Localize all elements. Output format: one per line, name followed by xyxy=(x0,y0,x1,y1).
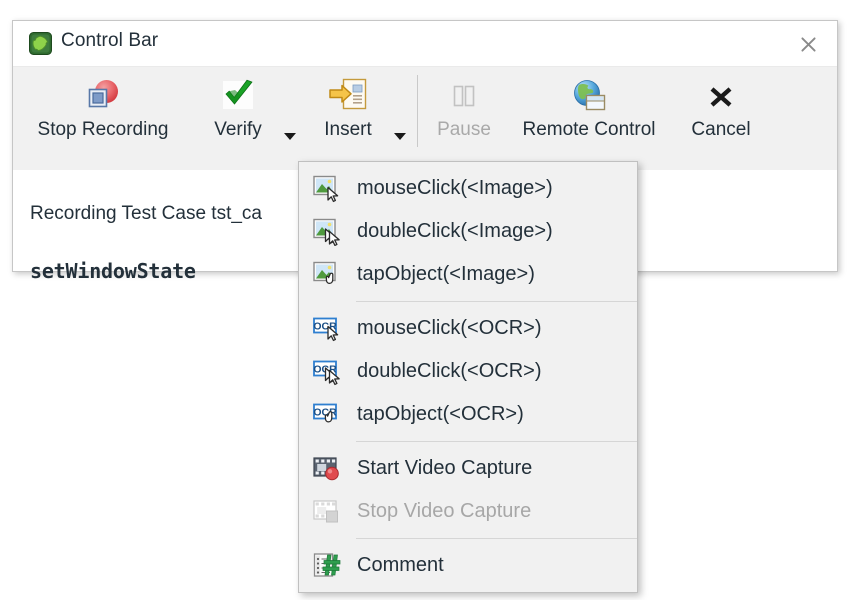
insert-arrow-icon xyxy=(327,67,369,119)
toolbar-button-verify[interactable]: Verify xyxy=(195,67,281,171)
menu-label: Start Video Capture xyxy=(357,457,533,479)
verify-dropdown-caret-icon[interactable] xyxy=(284,133,296,140)
menu-label: doubleClick(<OCR>) xyxy=(357,360,542,382)
start-video-capture-icon xyxy=(309,452,347,486)
menu-label: tapObject(<Image>) xyxy=(357,263,535,285)
toolbar-button-stop-recording[interactable]: Stop Recording xyxy=(17,67,189,171)
ocr-tapobject-icon: OCR xyxy=(309,398,347,432)
pause-icon xyxy=(446,67,482,119)
toolbar-label-stop-recording: Stop Recording xyxy=(37,119,169,140)
toolbar-label-cancel: Cancel xyxy=(691,119,751,140)
toolbar-button-cancel[interactable]: Cancel xyxy=(675,67,767,171)
stop-recording-icon xyxy=(83,67,123,119)
menu-item-start-video-capture[interactable]: Start Video Capture xyxy=(299,447,637,490)
menu-label: Comment xyxy=(357,554,444,576)
toolbar-separator xyxy=(417,75,418,147)
toolbar-button-pause[interactable]: Pause xyxy=(427,67,501,171)
menu-label: mouseClick(<OCR>) xyxy=(357,317,542,339)
menu-item-tapobject-image[interactable]: tapObject(<Image>) xyxy=(299,253,637,296)
globe-window-icon xyxy=(569,67,609,119)
menu-separator xyxy=(356,301,637,302)
toolbar-button-remote-control[interactable]: Remote Control xyxy=(503,67,675,171)
cancel-x-icon xyxy=(705,67,737,119)
menu-item-stop-video-capture[interactable]: Stop Video Capture xyxy=(299,490,637,533)
menu-label: mouseClick(<Image>) xyxy=(357,177,553,199)
menu-item-doubleclick-image[interactable]: doubleClick(<Image>) xyxy=(299,210,637,253)
menu-item-mouseclick-image[interactable]: mouseClick(<Image>) xyxy=(299,167,637,210)
image-mouseclick-icon xyxy=(309,172,347,206)
menu-item-tapobject-ocr[interactable]: OCR tapObject(<OCR>) xyxy=(299,393,637,436)
window-title: Control Bar xyxy=(61,30,159,51)
menu-item-comment[interactable]: Comment xyxy=(299,544,637,587)
image-tapobject-icon xyxy=(309,258,347,292)
toolbar-label-remote-control: Remote Control xyxy=(522,119,656,140)
image-doubleclick-icon xyxy=(309,215,347,249)
toolbar-label-verify: Verify xyxy=(214,119,262,140)
toolbar-label-insert: Insert xyxy=(324,119,372,140)
insert-dropdown-menu: mouseClick(<Image>) doubleClick(<Image>) xyxy=(298,161,638,593)
menu-label: Stop Video Capture xyxy=(357,500,532,522)
menu-label: tapObject(<OCR>) xyxy=(357,403,524,425)
menu-label: doubleClick(<Image>) xyxy=(357,220,553,242)
close-icon[interactable] xyxy=(795,31,821,57)
toolbar-label-pause: Pause xyxy=(437,119,491,140)
squish-frog-icon xyxy=(29,32,52,55)
menu-separator xyxy=(356,538,637,539)
screen: Control Bar Stop Recording Verify Insert… xyxy=(0,0,865,600)
menu-item-mouseclick-ocr[interactable]: OCR mouseClick(<OCR>) xyxy=(299,307,637,350)
toolbar-button-insert[interactable]: Insert xyxy=(305,67,391,171)
menu-separator xyxy=(356,441,637,442)
verify-check-icon xyxy=(217,67,259,119)
ocr-mouseclick-icon: OCR xyxy=(309,312,347,346)
stop-video-capture-icon xyxy=(309,495,347,529)
window-titlebar: Control Bar xyxy=(13,21,837,66)
comment-hash-icon xyxy=(309,549,347,583)
script-command-text: setWindowState xyxy=(30,259,196,283)
menu-item-doubleclick-ocr[interactable]: OCR doubleClick(<OCR>) xyxy=(299,350,637,393)
ocr-doubleclick-icon: OCR xyxy=(309,355,347,389)
toolbar: Stop Recording Verify Insert Pause Remot… xyxy=(13,66,837,170)
recording-status-text: Recording Test Case tst_ca xyxy=(30,203,262,224)
insert-dropdown-caret-icon[interactable] xyxy=(394,133,406,140)
